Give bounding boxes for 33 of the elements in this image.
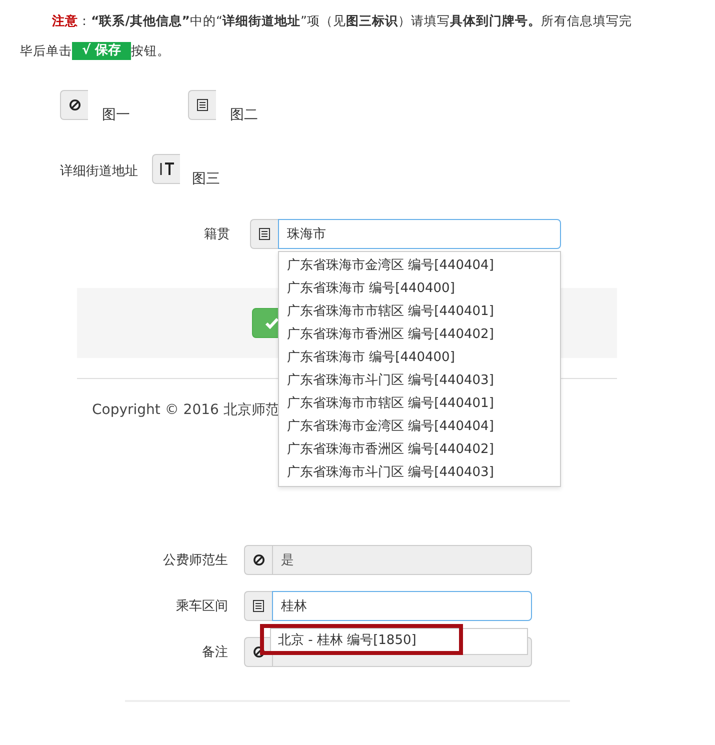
input-field[interactable]: 是 [272,545,532,575]
notice-text: 毕后单击 [20,42,72,60]
list-icon [259,228,270,240]
suggestion-item[interactable]: 广东省珠海市斗门区 编号[440403] [279,369,560,392]
suggestion-item[interactable]: 广东省珠海市 编号[440400] [279,277,560,300]
suggestion-item[interactable]: 广东省珠海市香洲区 编号[440402] [279,438,560,461]
ban-icon [252,554,264,566]
field-label: 详细街道地址 [60,163,138,180]
figure-caption: 图三 [192,170,220,188]
ban-icon [252,646,264,658]
figure-caption: 图二 [230,106,258,124]
figure-caption: 图一 [102,106,130,124]
notice-text: 注意：“联系/其他信息”中的“详细街道地址”项（见图三标识）请填写具体到门牌号。所有信息填写完 [52,13,632,28]
field-label: 备注 [201,644,229,661]
input-field[interactable]: 珠海市 [278,219,561,249]
save-badge: √ 保存 [72,42,132,60]
suggestion-item[interactable]: 广东省珠海市 编号[440400] [279,346,560,369]
input-field[interactable]: 桂林 [272,591,532,621]
suggestion-item[interactable]: 广东省珠海市金湾区 编号[440404] [279,254,560,277]
list-icon [197,99,208,111]
field-label: 乘车区间 [175,598,229,615]
suggestion-item[interactable]: 广东省珠海市市辖区 编号[440401] [279,300,560,323]
field-label: 籍贯 [204,226,231,243]
field-label: 公费师范生 [162,552,229,569]
list-icon [253,600,264,612]
text-height-icon [158,162,174,176]
suggestion-item[interactable]: 广东省珠海市斗门区 编号[440403] [279,461,560,484]
suggestion-item[interactable]: 北京 - 桂林 编号[1850] [260,624,463,655]
suggestion-item[interactable]: 广东省珠海市香洲区 编号[440402] [279,323,560,346]
suggestion-item[interactable]: 广东省珠海市市辖区 编号[440401] [279,392,560,415]
ban-icon [68,99,80,111]
suggestion-item[interactable]: 广东省珠海市金湾区 编号[440404] [279,415,560,438]
notice-text: 按钮。 [131,42,170,60]
